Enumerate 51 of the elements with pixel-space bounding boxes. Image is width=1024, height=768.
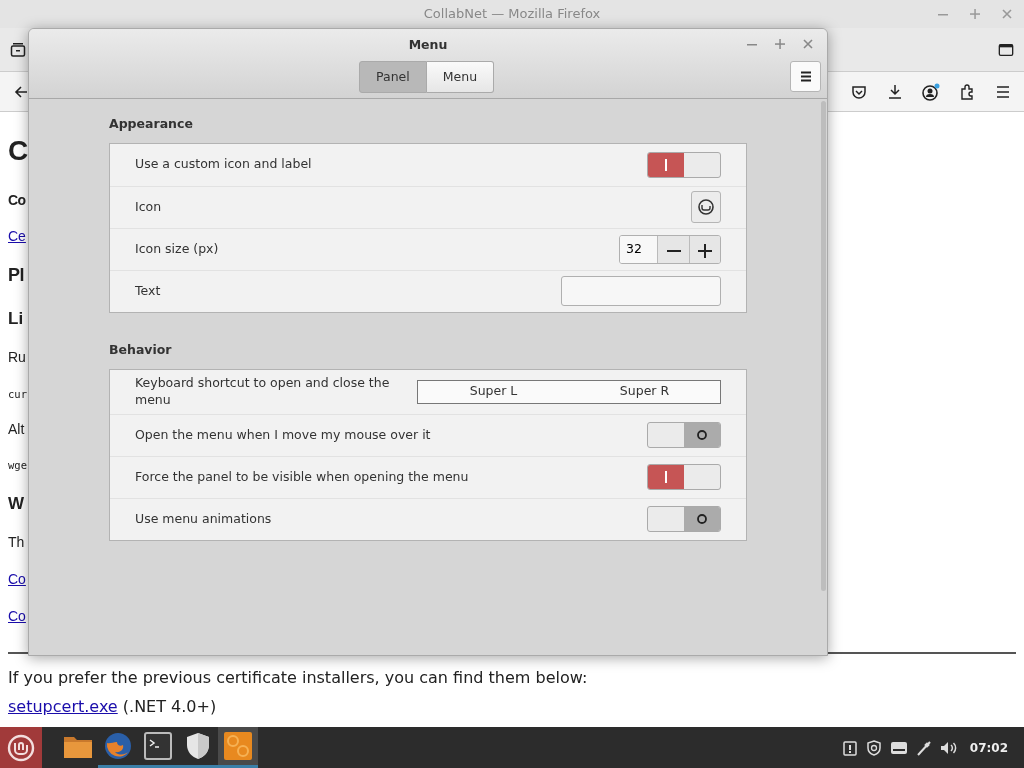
toggle-switch[interactable] — [647, 464, 721, 490]
setting-label: Use a custom icon and label — [135, 155, 312, 174]
heading: W — [8, 493, 26, 515]
code-text: wge — [8, 459, 28, 472]
link[interactable]: Co — [8, 571, 28, 588]
icon-button[interactable] — [691, 191, 721, 224]
shield-icon[interactable] — [865, 738, 882, 757]
clipboard-alert-icon[interactable] — [841, 738, 858, 757]
setting-label: Keyboard shortcut to open and close the menu — [135, 375, 391, 408]
link-note: (.NET 4.0+) — [121, 697, 217, 716]
heading: C — [8, 134, 28, 168]
section-title: Appearance — [109, 115, 194, 133]
menu-button[interactable] — [790, 61, 821, 92]
setting-label: Icon size (px) — [135, 239, 219, 258]
plus-button[interactable] — [689, 235, 720, 263]
minus-button[interactable] — [658, 235, 689, 263]
minus-icon — [666, 249, 681, 252]
download-link[interactable]: setupcert.exe — [8, 697, 118, 716]
clock[interactable]: 07:02 — [969, 738, 1008, 757]
plus-icon — [698, 243, 712, 258]
text: Th — [8, 534, 26, 552]
heading: Pl — [8, 265, 25, 287]
menu-icon — [799, 71, 812, 82]
toggle-switch[interactable] — [647, 506, 721, 532]
code-text: cur — [8, 387, 28, 401]
heading: Li — [8, 308, 25, 330]
shortcut-key[interactable]: Super R — [569, 380, 720, 403]
toggle-switch[interactable] — [647, 422, 721, 448]
heading: Co — [8, 191, 27, 209]
text: Ru — [8, 349, 27, 366]
setting-label: Force the panel to be visible when opening the menu — [135, 467, 469, 486]
tab[interactable]: Menu — [426, 61, 495, 93]
text: Alt — [8, 420, 26, 438]
setting-label: Icon — [135, 197, 162, 216]
off-circle-icon — [696, 513, 708, 525]
shortcut-key[interactable]: Super L — [418, 380, 569, 403]
setting-label: Use menu animations — [135, 509, 272, 528]
section-title: Behavior — [109, 340, 173, 359]
off-circle-icon — [696, 429, 708, 441]
setting-label: Text — [135, 281, 161, 300]
window-title: CollabNet — Mozilla Firefox — [423, 5, 601, 24]
number-spinner[interactable]: 32 — [619, 234, 721, 264]
link[interactable]: Ce — [8, 228, 28, 246]
scrollbar[interactable] — [821, 101, 826, 591]
text-field[interactable] — [561, 276, 721, 307]
toggle-switch[interactable] — [647, 151, 721, 178]
setting-label: Open the menu when I move my mouse over it — [135, 425, 431, 444]
paragraph: If you prefer the previous certificate installers, you can find them below: — [8, 667, 589, 689]
tab[interactable]: Panel — [359, 61, 427, 93]
link[interactable]: Co — [8, 607, 28, 625]
window-title: Menu — [408, 37, 448, 52]
